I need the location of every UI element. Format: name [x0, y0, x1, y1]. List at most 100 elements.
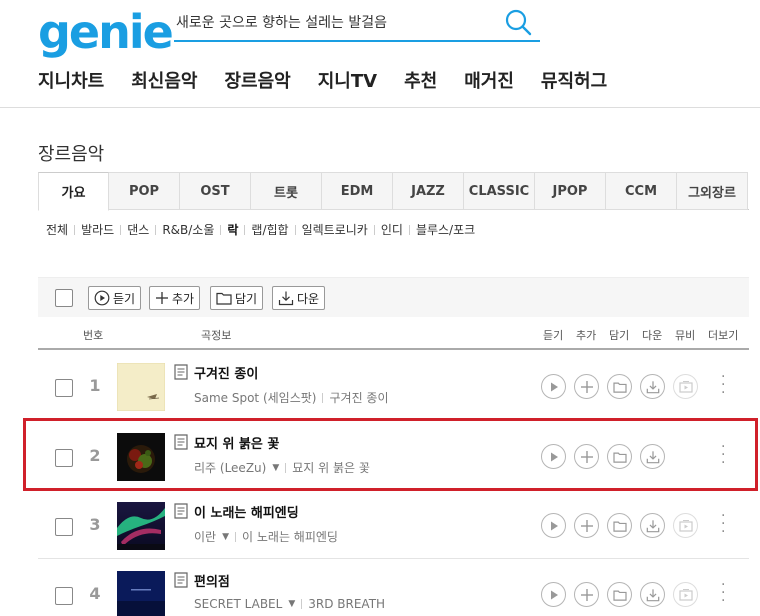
download-selected-button[interactable]: 다운: [272, 286, 326, 310]
play-button[interactable]: [541, 374, 566, 399]
more-options-icon[interactable]: · · ·: [721, 578, 725, 608]
tab-jazz[interactable]: JAZZ: [393, 172, 464, 210]
nav-recommend[interactable]: 추천: [404, 70, 437, 94]
nav-latest[interactable]: 최신음악: [131, 70, 197, 94]
subgenre-rnb[interactable]: R&B/소울: [162, 221, 214, 238]
download-button[interactable]: [640, 582, 665, 607]
download-icon: [646, 519, 659, 532]
artist-dropdown-icon[interactable]: ▼: [288, 599, 295, 609]
video-icon: [678, 380, 693, 393]
nav-genre[interactable]: 장르음악: [225, 70, 291, 94]
search-input[interactable]: [176, 10, 496, 36]
folder-icon: [216, 292, 232, 305]
plus-icon: [580, 519, 593, 532]
album-art[interactable]: [117, 502, 165, 550]
divider: [294, 224, 296, 235]
album-name[interactable]: 구겨진 종이: [329, 389, 388, 406]
row-checkbox[interactable]: [55, 518, 73, 536]
folder-icon: [612, 382, 627, 393]
artist-dropdown-icon[interactable]: ▼: [222, 532, 229, 542]
tab-kpop[interactable]: 가요: [38, 172, 109, 211]
mv-button[interactable]: [673, 513, 698, 538]
play-icon: [550, 382, 558, 391]
nav-chart[interactable]: 지니차트: [38, 70, 104, 94]
lyrics-icon[interactable]: [174, 503, 188, 519]
tab-edm[interactable]: EDM: [322, 172, 393, 210]
listen-selected-button[interactable]: 듣기: [88, 286, 142, 310]
tab-pop[interactable]: POP: [109, 172, 180, 210]
lyrics-icon[interactable]: [174, 572, 188, 588]
play-circle-icon: [94, 290, 110, 306]
header-listen: 듣기: [543, 329, 564, 342]
tab-ost[interactable]: OST: [180, 172, 251, 210]
save-button[interactable]: [607, 374, 632, 399]
nav-music-hug[interactable]: 뮤직허그: [541, 70, 607, 94]
divider: [220, 224, 222, 235]
row-actions: [541, 374, 698, 399]
more-options-icon[interactable]: · · ·: [721, 370, 725, 400]
rank-number: 4: [89, 584, 101, 603]
download-button[interactable]: [640, 513, 665, 538]
tab-other-genres[interactable]: 그외장르: [677, 172, 748, 210]
tab-trot[interactable]: 트롯: [251, 172, 322, 210]
song-title[interactable]: 구겨진 종이: [194, 363, 258, 382]
nav-genie-tv[interactable]: 지니TV: [318, 70, 377, 94]
download-button[interactable]: [640, 374, 665, 399]
album-art[interactable]: [117, 363, 165, 411]
divider: [244, 224, 246, 235]
header-download: 다운: [642, 329, 663, 342]
divider: [301, 599, 303, 609]
artist-name[interactable]: SECRET LABEL: [194, 597, 282, 611]
add-button[interactable]: [574, 513, 599, 538]
subgenre-blues-folk[interactable]: 블루스/포크: [416, 221, 475, 238]
plus-icon: [580, 380, 593, 393]
subgenre-filter: 전체 발라드 댄스 R&B/소울 락 랩/힙합 일렉트로니카 인디 블루스/포크: [46, 221, 475, 238]
more-options-icon[interactable]: · · ·: [721, 509, 725, 539]
highlight-box: [23, 418, 758, 491]
nav-magazine[interactable]: 매거진: [464, 70, 514, 94]
search-icon[interactable]: [504, 8, 532, 36]
tab-ccm[interactable]: CCM: [606, 172, 677, 210]
mv-button[interactable]: [673, 374, 698, 399]
save-button[interactable]: [607, 582, 632, 607]
subgenre-all[interactable]: 전체: [46, 221, 68, 238]
subgenre-rock[interactable]: 락: [227, 221, 238, 238]
album-name[interactable]: 3RD BREATH: [308, 597, 385, 611]
mv-button[interactable]: [673, 582, 698, 607]
row-checkbox[interactable]: [55, 379, 73, 397]
album-art[interactable]: [117, 571, 165, 616]
add-selected-button[interactable]: 추가: [149, 286, 201, 310]
genre-tabs: 가요 POP OST 트롯 EDM JAZZ CLASSIC JPOP CCM …: [38, 172, 749, 211]
select-all-checkbox[interactable]: [55, 289, 73, 307]
save-button[interactable]: [607, 513, 632, 538]
download-icon: [646, 380, 659, 393]
subgenre-ballad[interactable]: 발라드: [81, 221, 114, 238]
song-meta: Same Spot (세임스팟) 구겨진 종이: [194, 389, 389, 406]
subgenre-hiphop[interactable]: 랩/힙합: [251, 221, 288, 238]
tab-jpop[interactable]: JPOP: [535, 172, 606, 210]
play-button[interactable]: [541, 513, 566, 538]
play-button[interactable]: [541, 582, 566, 607]
save-selected-button[interactable]: 담기: [210, 286, 264, 310]
header-more: 더보기: [708, 329, 739, 342]
plus-icon: [156, 292, 168, 304]
artist-name[interactable]: Same Spot (세임스팟): [194, 389, 316, 406]
divider: [74, 224, 76, 235]
subgenre-indie[interactable]: 인디: [381, 221, 403, 238]
lyrics-icon[interactable]: [174, 364, 188, 380]
song-meta: 이란 ▼ 이 노래는 해피엔딩: [194, 528, 338, 545]
album-name[interactable]: 이 노래는 해피엔딩: [242, 528, 338, 545]
song-title[interactable]: 편의점: [194, 571, 230, 590]
page-title: 장르음악: [38, 144, 105, 165]
subgenre-electronica[interactable]: 일렉트로니카: [302, 221, 368, 238]
add-button[interactable]: [574, 374, 599, 399]
genie-logo[interactable]: genie: [38, 4, 174, 60]
artist-name[interactable]: 이란: [194, 528, 216, 545]
list-toolbar: 듣기 추가 담기 다운: [38, 277, 749, 317]
divider: [408, 224, 410, 235]
row-checkbox[interactable]: [55, 587, 73, 605]
tab-classic[interactable]: CLASSIC: [464, 172, 535, 210]
subgenre-dance[interactable]: 댄스: [127, 221, 149, 238]
add-button[interactable]: [574, 582, 599, 607]
song-title[interactable]: 이 노래는 해피엔딩: [194, 502, 299, 521]
